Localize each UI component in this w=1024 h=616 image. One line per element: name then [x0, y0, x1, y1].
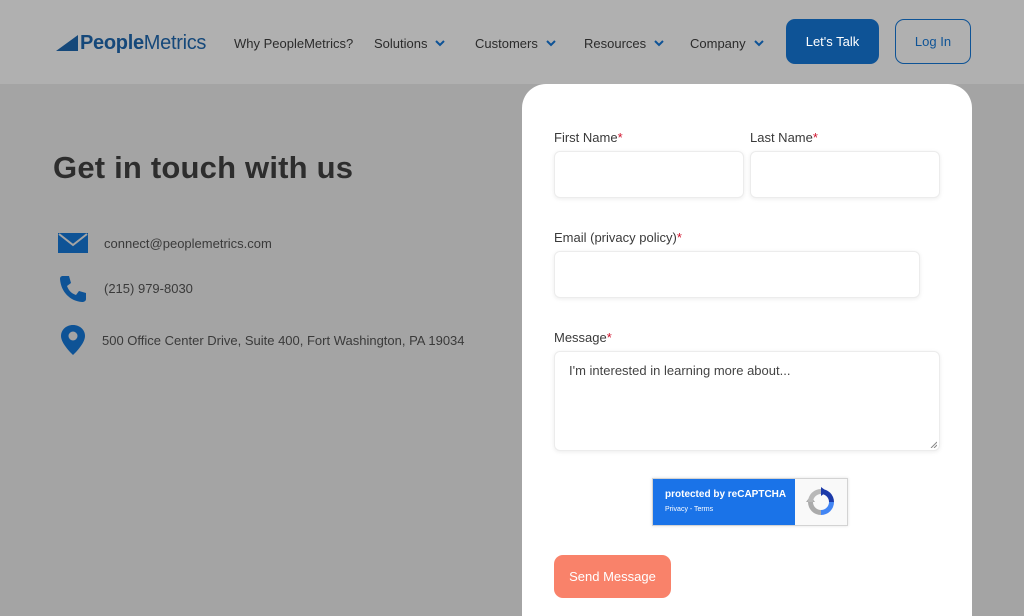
chevron-down-icon [654, 40, 664, 47]
contact-email-row: connect@peoplemetrics.com [56, 233, 272, 253]
recaptcha-links[interactable]: Privacy - Terms [665, 506, 795, 513]
phone-icon [60, 276, 86, 302]
resize-handle-icon[interactable] [930, 441, 937, 448]
first-name-label: First Name* [554, 130, 623, 145]
envelope-icon [58, 233, 88, 253]
recaptcha-title: protected by reCAPTCHA [665, 489, 787, 500]
first-name-input[interactable] [554, 151, 744, 198]
logo-mark-icon [56, 35, 78, 51]
contact-email[interactable]: connect@peoplemetrics.com [104, 236, 272, 251]
chevron-down-icon [753, 40, 764, 47]
lets-talk-button[interactable]: Let's Talk [786, 19, 879, 64]
logo-text: PeopleMetrics [80, 31, 207, 54]
contact-phone[interactable]: (215) 979-8030 [104, 281, 193, 296]
site-header: PeopleMetrics Why PeopleMetrics? Solutio… [0, 0, 1024, 84]
contact-form: First Name* Last Name* Email (privacy po… [522, 84, 972, 616]
nav-company[interactable]: Company [690, 34, 764, 52]
email-input[interactable] [554, 251, 920, 298]
last-name-input[interactable] [750, 151, 940, 198]
peoplemetrics-logo[interactable]: PeopleMetrics [56, 30, 206, 56]
page-title: Get in touch with us [53, 150, 354, 185]
nav-resources[interactable]: Resources [584, 34, 664, 52]
contact-phone-row: (215) 979-8030 [56, 273, 193, 303]
recaptcha-logo-icon [806, 487, 834, 515]
contact-address: 500 Office Center Drive, Suite 400, Fort… [102, 332, 465, 348]
send-message-button[interactable]: Send Message [554, 555, 671, 598]
nav-why-peoplemetrics[interactable]: Why PeopleMetrics? [234, 34, 353, 52]
recaptcha-badge[interactable]: protected by reCAPTCHA Privacy - Terms [652, 478, 848, 526]
nav-customers[interactable]: Customers [475, 34, 556, 52]
message-label: Message* [554, 330, 612, 345]
map-pin-icon [61, 325, 85, 355]
message-wrapper: I'm interested in learning more about... [554, 351, 940, 451]
chevron-down-icon [546, 40, 556, 47]
chevron-down-icon [435, 40, 446, 47]
log-in-button[interactable]: Log In [895, 19, 971, 64]
nav-solutions[interactable]: Solutions [374, 34, 446, 52]
email-label: Email (privacy policy)* [554, 230, 682, 245]
contact-address-row: 500 Office Center Drive, Suite 400, Fort… [56, 325, 465, 355]
message-textarea[interactable]: I'm interested in learning more about... [554, 351, 940, 451]
last-name-label: Last Name* [750, 130, 818, 145]
